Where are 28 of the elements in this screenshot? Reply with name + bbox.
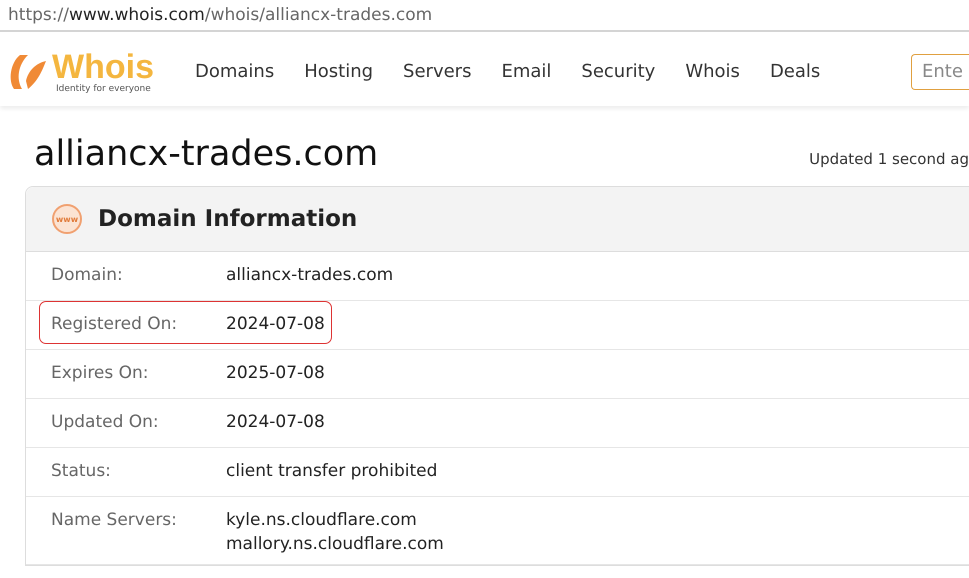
nav-link[interactable]: Hosting bbox=[289, 61, 388, 82]
nav-link[interactable]: Domains bbox=[180, 61, 290, 82]
card-title: Domain Information bbox=[98, 206, 358, 232]
field-label: Domain: bbox=[51, 265, 124, 285]
field-value: kyle.ns.cloudflare.com bbox=[226, 510, 418, 530]
logo-wordmark: Whois bbox=[52, 50, 154, 84]
nav-link[interactable]: Whois bbox=[670, 61, 755, 82]
nav-link[interactable]: Security bbox=[566, 61, 670, 82]
www-icon: www bbox=[52, 204, 82, 234]
field-label: Name Servers: bbox=[51, 510, 178, 532]
logo-tagline: Identity for everyone bbox=[56, 84, 152, 94]
field-value: alliancx-trades.com bbox=[226, 265, 394, 285]
field-label: Expires On: bbox=[51, 363, 150, 383]
field-value: 2025-07-08 bbox=[226, 363, 325, 383]
nav-link[interactable]: Deals bbox=[754, 61, 836, 82]
field-value: 2024-07-08 bbox=[226, 314, 325, 334]
field-value: 2024-07-08 bbox=[226, 412, 325, 432]
field-value: mallory.ns.cloudflare.com bbox=[226, 534, 444, 554]
field-value: client transfer prohibited bbox=[226, 461, 438, 481]
field-label: Updated On: bbox=[51, 412, 160, 432]
field-label: Status: bbox=[51, 461, 112, 481]
updated-text: Updated 1 second ag bbox=[809, 150, 969, 170]
nav-link[interactable]: Email bbox=[486, 61, 566, 82]
nav-link[interactable]: Servers bbox=[388, 61, 486, 82]
domain-title: alliancx-trades.com bbox=[34, 134, 378, 174]
address-bar[interactable]: https://www.whois.com/whois/alliancx-trades.com bbox=[0, 0, 969, 32]
search-field[interactable]: Ente bbox=[911, 54, 969, 90]
field-label: Registered On: bbox=[51, 314, 178, 334]
